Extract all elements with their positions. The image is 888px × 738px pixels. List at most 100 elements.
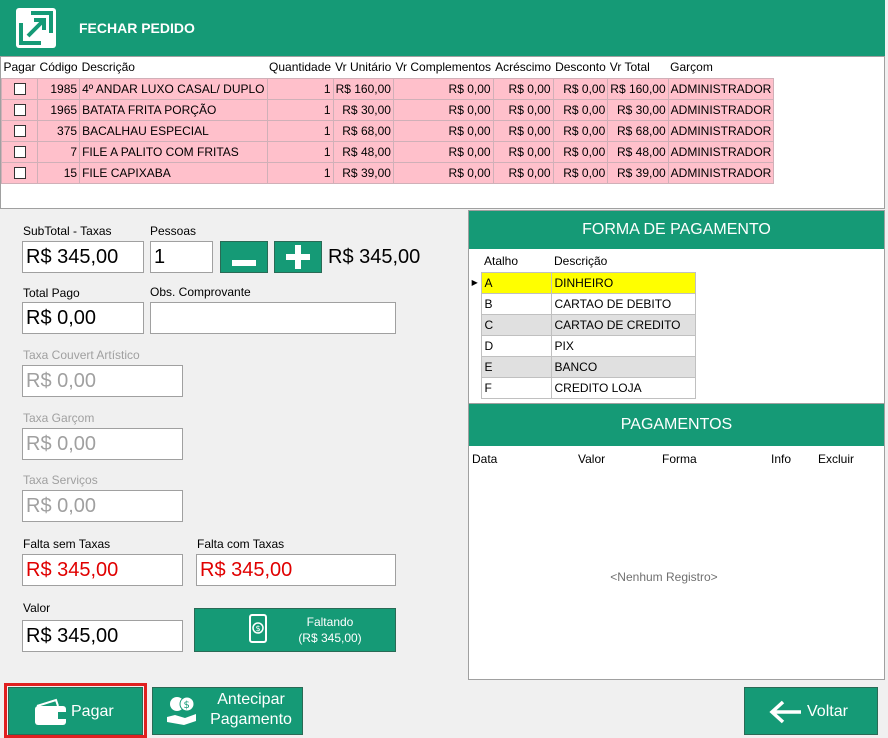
phone-money-icon: $ bbox=[247, 614, 271, 647]
table-row[interactable]: 7 FILE A PALITO COM FRITAS 1 R$ 48,00 R$… bbox=[0, 140, 775, 163]
item-code: 15 bbox=[37, 161, 81, 184]
col-quantidade[interactable]: Quantidade bbox=[267, 57, 333, 78]
item-description: FILE A PALITO COM FRITAS bbox=[79, 140, 268, 163]
item-code: 1985 bbox=[37, 77, 81, 100]
item-description: BACALHAU ESPECIAL bbox=[79, 119, 268, 142]
col-valor[interactable]: Valor bbox=[578, 452, 605, 466]
total-pago-label: Total Pago bbox=[23, 286, 80, 300]
col-acrescimo[interactable]: Acréscimo bbox=[493, 57, 553, 78]
forma-pagamento-table[interactable]: Atalho Descrição ▶ A DINHEIRO B CARTAO D… bbox=[469, 251, 696, 399]
payment-method-row[interactable]: E BANCO bbox=[469, 355, 696, 378]
item-unit: R$ 68,00 bbox=[332, 119, 394, 142]
payment-label: CREDITO LOJA bbox=[550, 376, 696, 399]
total-pago-field[interactable]: R$ 0,00 bbox=[22, 302, 144, 334]
col-info[interactable]: Info bbox=[771, 452, 791, 466]
item-desc: R$ 0,00 bbox=[552, 98, 609, 121]
col-desconto[interactable]: Desconto bbox=[553, 57, 608, 78]
subtotal-field[interactable]: R$ 345,00 bbox=[22, 241, 144, 273]
pagar-button[interactable]: Pagar bbox=[8, 687, 143, 735]
empty-message: <Nenhum Registro> bbox=[610, 570, 718, 584]
payment-method-row[interactable]: ▶ A DINHEIRO bbox=[469, 271, 696, 294]
payment-key: E bbox=[480, 355, 552, 378]
pagar-checkbox[interactable] bbox=[13, 125, 26, 138]
item-total: R$ 160,00 bbox=[607, 77, 669, 100]
item-description: BATATA FRITA PORÇÃO bbox=[79, 98, 268, 121]
increase-pessoas-button[interactable] bbox=[274, 241, 322, 273]
item-unit: R$ 30,00 bbox=[332, 98, 394, 121]
col-forma[interactable]: Forma bbox=[662, 452, 697, 466]
pagamentos-title: PAGAMENTOS bbox=[469, 404, 884, 446]
payment-label: DINHEIRO bbox=[550, 271, 696, 294]
pagar-checkbox[interactable] bbox=[13, 146, 26, 159]
taxa-servicos-field: R$ 0,00 bbox=[22, 490, 183, 522]
item-desc: R$ 0,00 bbox=[552, 161, 609, 184]
col-atalho[interactable]: Atalho bbox=[481, 251, 551, 272]
obs-comprovante-field[interactable] bbox=[150, 302, 396, 334]
payment-key: C bbox=[480, 313, 552, 336]
item-qty: 1 bbox=[266, 98, 334, 121]
item-total: R$ 39,00 bbox=[607, 161, 669, 184]
falta-sem-taxas-field: R$ 345,00 bbox=[22, 554, 183, 586]
item-desc: R$ 0,00 bbox=[552, 140, 609, 163]
table-row[interactable]: 375 BACALHAU ESPECIAL 1 R$ 68,00 R$ 0,00… bbox=[0, 119, 775, 142]
payment-method-row[interactable]: B CARTAO DE DEBITO bbox=[469, 292, 696, 315]
arrow-left-icon bbox=[769, 700, 803, 727]
col-codigo[interactable]: Código bbox=[38, 57, 80, 78]
payment-method-row[interactable]: F CREDITO LOJA bbox=[469, 376, 696, 399]
item-waiter: ADMINISTRADOR bbox=[667, 119, 775, 142]
col-descricao[interactable]: Descrição bbox=[551, 251, 695, 272]
taxa-couvert-field: R$ 0,00 bbox=[22, 365, 183, 397]
item-compl: R$ 0,00 bbox=[392, 119, 494, 142]
obs-comprovante-label: Obs. Comprovante bbox=[150, 285, 251, 299]
wallet-icon bbox=[34, 698, 68, 729]
falta-sem-taxas-label: Falta sem Taxas bbox=[23, 537, 111, 551]
forma-pagamento-panel: FORMA DE PAGAMENTO Atalho Descrição ▶ A … bbox=[468, 210, 885, 404]
item-acresc: R$ 0,00 bbox=[492, 98, 554, 121]
table-row[interactable]: 1965 BATATA FRITA PORÇÃO 1 R$ 30,00 R$ 0… bbox=[0, 98, 775, 121]
col-vr-total[interactable]: Vr Total bbox=[608, 57, 668, 78]
decrease-pessoas-button[interactable] bbox=[220, 241, 268, 273]
faltando-label: Faltando bbox=[306, 615, 354, 629]
items-grid[interactable]: Pagar Código Descrição Quantidade Vr Uni… bbox=[0, 56, 885, 209]
valor-field[interactable]: R$ 345,00 bbox=[22, 620, 183, 652]
taxa-garcom-label: Taxa Garçom bbox=[23, 411, 95, 425]
item-waiter: ADMINISTRADOR bbox=[667, 98, 775, 121]
antecipar-pagamento-button[interactable]: $ Antecipar Pagamento bbox=[152, 687, 303, 735]
pagar-checkbox[interactable] bbox=[13, 104, 26, 117]
item-acresc: R$ 0,00 bbox=[492, 161, 554, 184]
window-title: FECHAR PEDIDO bbox=[79, 20, 195, 36]
col-excluir[interactable]: Excluir bbox=[818, 452, 854, 466]
faltando-amount: (R$ 345,00) bbox=[298, 631, 362, 645]
payment-label: CARTAO DE DEBITO bbox=[550, 292, 696, 315]
col-garcom[interactable]: Garçom bbox=[668, 57, 774, 78]
item-unit: R$ 160,00 bbox=[332, 77, 394, 100]
item-waiter: ADMINISTRADOR bbox=[667, 77, 775, 100]
voltar-button[interactable]: Voltar bbox=[744, 687, 878, 735]
row-indicator-icon: ▶ bbox=[469, 272, 481, 293]
item-qty: 1 bbox=[266, 140, 334, 163]
pagar-checkbox[interactable] bbox=[13, 167, 26, 180]
pessoas-field[interactable]: 1 bbox=[150, 241, 213, 273]
taxa-garcom-field: R$ 0,00 bbox=[22, 428, 183, 460]
payment-method-row[interactable]: C CARTAO DE CREDITO bbox=[469, 313, 696, 336]
taxa-couvert-label: Taxa Couvert Artístico bbox=[23, 348, 140, 362]
title-bar: FECHAR PEDIDO bbox=[0, 0, 885, 56]
col-data[interactable]: Data bbox=[472, 452, 497, 466]
pagar-label: Pagar bbox=[71, 703, 114, 720]
col-descricao[interactable]: Descrição bbox=[80, 57, 267, 78]
faltando-button[interactable]: $ Faltando (R$ 345,00) bbox=[194, 608, 396, 652]
pessoas-label: Pessoas bbox=[150, 224, 197, 238]
item-compl: R$ 0,00 bbox=[392, 98, 494, 121]
arrow-logo-icon bbox=[16, 8, 56, 48]
payment-label: BANCO bbox=[550, 355, 696, 378]
table-row[interactable]: 15 FILE CAPIXABA 1 R$ 39,00 R$ 0,00 R$ 0… bbox=[0, 161, 775, 184]
item-total: R$ 48,00 bbox=[607, 140, 669, 163]
col-vr-complementos[interactable]: Vr Complementos bbox=[393, 57, 493, 78]
pagar-checkbox[interactable] bbox=[13, 83, 26, 96]
payment-key: D bbox=[480, 334, 552, 357]
col-pagar[interactable]: Pagar bbox=[2, 57, 38, 78]
table-row[interactable]: 1985 4º ANDAR LUXO CASAL/ DUPLO 1 R$ 160… bbox=[0, 77, 775, 100]
col-vr-unitario[interactable]: Vr Unitário bbox=[333, 57, 393, 78]
item-acresc: R$ 0,00 bbox=[492, 140, 554, 163]
payment-method-row[interactable]: D PIX bbox=[469, 334, 696, 357]
